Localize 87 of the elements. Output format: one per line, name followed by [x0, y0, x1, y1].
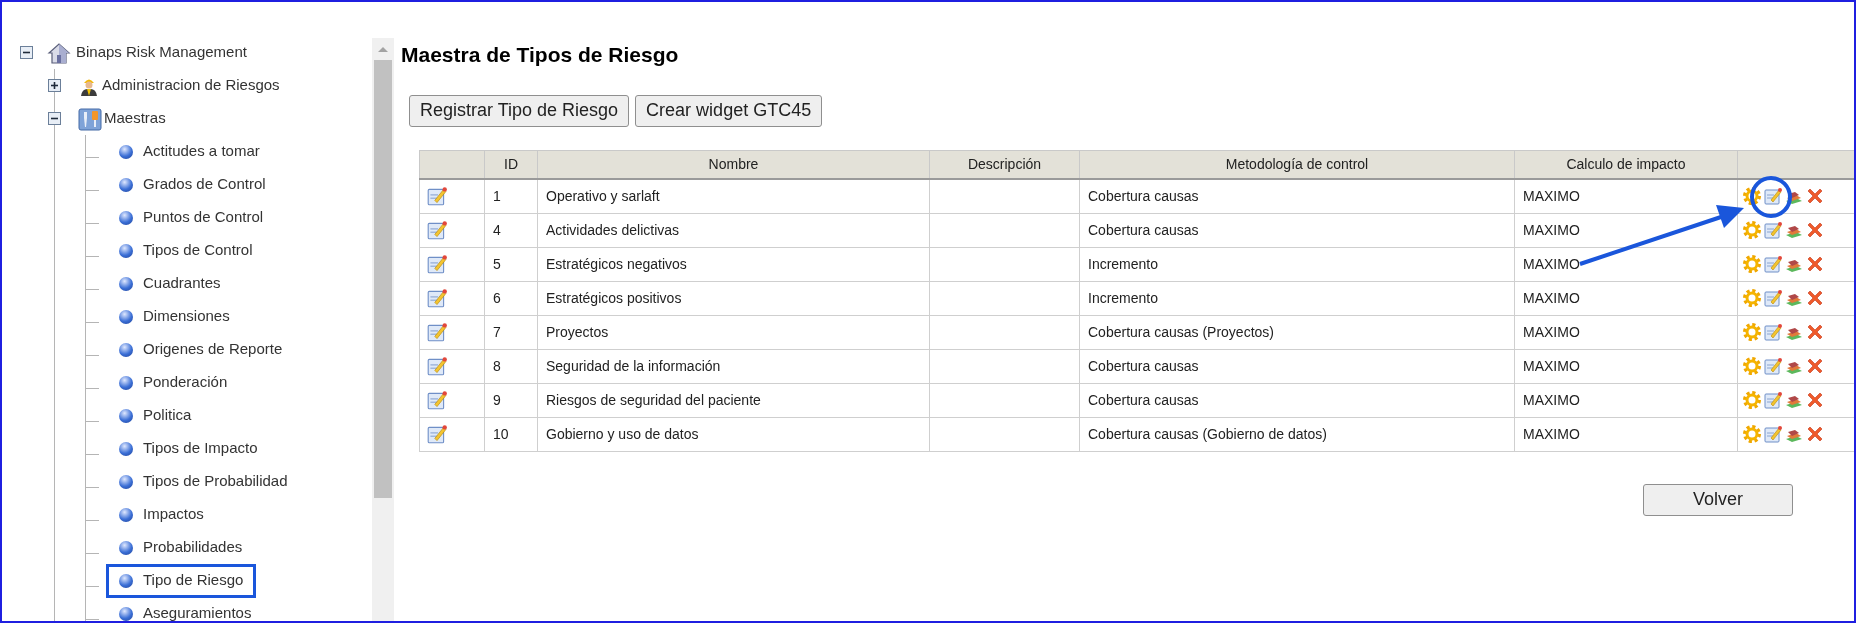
table-cell: Gobierno y uso de datos: [537, 417, 930, 451]
edit-icon[interactable]: [426, 321, 448, 343]
table-cell: MAXIMO: [1514, 247, 1738, 281]
table-cell: Proyectos: [537, 315, 930, 349]
table-cell: Incremento: [1079, 281, 1515, 315]
table-cell: Cobertura causas: [1079, 213, 1515, 247]
table-cell: Cobertura causas: [1079, 383, 1515, 417]
edit-icon[interactable]: [426, 219, 448, 241]
column-header[interactable]: Nombre: [537, 150, 930, 179]
edit-icon[interactable]: [426, 185, 448, 208]
delete-icon[interactable]: [1805, 254, 1825, 274]
delete-icon[interactable]: [1805, 390, 1825, 410]
annotation-circle: [1750, 176, 1792, 218]
tree-item[interactable]: Tipos de Probabilidad: [106, 464, 301, 499]
table-cell: Riesgos de seguridad del paciente: [537, 383, 930, 417]
scrollbar[interactable]: [372, 38, 394, 621]
edit-icon[interactable]: [1763, 356, 1783, 376]
edit-icon[interactable]: [1763, 186, 1783, 207]
tools-icon: [78, 106, 102, 131]
page-title: Maestra de Tipos de Riesgo: [401, 42, 680, 68]
tree-item[interactable]: Dimensiones: [106, 299, 243, 334]
table-cell: MAXIMO: [1514, 383, 1738, 417]
expand-icon[interactable]: [48, 79, 61, 92]
tree-item[interactable]: Administracion de Riesgos: [102, 74, 280, 97]
table-cell: Operativo y sarlaft: [537, 179, 930, 213]
table-cell: Cobertura causas (Gobierno de datos): [1079, 417, 1515, 451]
edit-icon[interactable]: [426, 355, 448, 377]
table-cell: 8: [484, 349, 538, 383]
column-header[interactable]: Metodología de control: [1079, 150, 1515, 179]
table-cell: Cobertura causas: [1079, 179, 1515, 213]
tree-item[interactable]: Probabilidades: [106, 530, 256, 565]
table-cell: MAXIMO: [1514, 349, 1738, 383]
table-cell: MAXIMO: [1514, 281, 1738, 315]
table-cell: Estratégicos positivos: [537, 281, 930, 315]
table-cell: Cobertura causas: [1079, 349, 1515, 383]
edit-icon[interactable]: [426, 389, 448, 411]
tree-item[interactable]: Ponderación: [106, 365, 241, 400]
table-cell: MAXIMO: [1514, 315, 1738, 349]
tree-item[interactable]: Actitudes a tomar: [106, 134, 273, 169]
tree-item[interactable]: Origenes de Reporte: [106, 332, 296, 367]
table-cell: Cobertura causas (Proyectos): [1079, 315, 1515, 349]
collapse-icon[interactable]: [48, 112, 61, 125]
action-button[interactable]: Registrar Tipo de Riesgo: [409, 94, 630, 127]
column-header[interactable]: Calculo de impacto: [1514, 150, 1738, 179]
table-cell: 6: [484, 281, 538, 315]
back-button[interactable]: Volver: [1643, 483, 1793, 516]
action-button[interactable]: Crear widget GTC45: [635, 94, 823, 127]
table-cell: 7: [484, 315, 538, 349]
table-cell: Actividades delictivas: [537, 213, 930, 247]
column-header[interactable]: ID: [484, 150, 538, 179]
column-header[interactable]: Descripción: [929, 150, 1080, 179]
tree-item[interactable]: Grados de Control: [106, 167, 279, 202]
edit-icon[interactable]: [1763, 390, 1783, 410]
tree-item[interactable]: Politica: [106, 398, 205, 433]
table-cell: 5: [484, 247, 538, 281]
table-cell: 9: [484, 383, 538, 417]
tree-item[interactable]: Aseguramientos: [106, 596, 265, 621]
edit-icon[interactable]: [1763, 254, 1783, 274]
edit-icon[interactable]: [1763, 288, 1783, 308]
tree-item[interactable]: Cuadrantes: [106, 266, 234, 301]
tree-item[interactable]: Impactos: [106, 497, 217, 532]
table-cell: 10: [484, 417, 538, 451]
table-cell: Seguridad de la información: [537, 349, 930, 383]
table-cell: Incremento: [1079, 247, 1515, 281]
delete-icon[interactable]: [1805, 356, 1825, 376]
tree-item[interactable]: Tipos de Control: [106, 233, 266, 268]
edit-icon[interactable]: [426, 287, 448, 309]
table-cell: Estratégicos negativos: [537, 247, 930, 281]
tree-item[interactable]: Tipos de Impacto: [106, 431, 271, 466]
tree-item[interactable]: Binaps Risk Management: [76, 41, 247, 64]
edit-icon[interactable]: [1763, 322, 1783, 342]
delete-icon[interactable]: [1805, 322, 1825, 342]
tree-item[interactable]: Puntos de Control: [106, 200, 277, 235]
edit-icon[interactable]: [426, 253, 448, 275]
tree-item[interactable]: Tipo de Riesgo: [106, 563, 257, 598]
delete-icon[interactable]: [1805, 220, 1825, 240]
table-cell: MAXIMO: [1514, 417, 1738, 451]
table-cell: 4: [484, 213, 538, 247]
table-cell: 1: [484, 179, 538, 213]
edit-icon[interactable]: [426, 423, 448, 445]
edit-icon[interactable]: [1763, 220, 1783, 240]
delete-icon[interactable]: [1805, 424, 1825, 444]
edit-icon[interactable]: [1763, 424, 1783, 444]
tree-item[interactable]: Maestras: [104, 107, 166, 130]
gear-icon[interactable]: [1742, 186, 1762, 207]
collapse-icon[interactable]: [20, 46, 33, 59]
delete-icon[interactable]: [1805, 288, 1825, 308]
